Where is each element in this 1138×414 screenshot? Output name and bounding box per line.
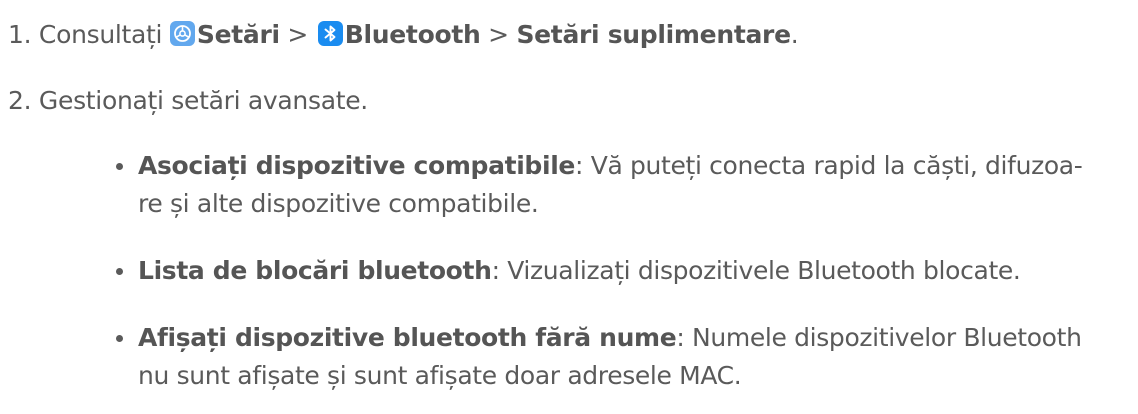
bullet-text: : Numele dispozitivelor Bluetooth — [676, 323, 1082, 352]
step-2: 2. Gestionați setări avansate. — [8, 83, 368, 119]
settings-gear-icon — [169, 21, 195, 46]
bullet-title: Afișați dispozitive bluetooth fără nume — [138, 323, 677, 352]
settings-label: Setări — [196, 20, 280, 49]
bullet-text: : Vă puteți conecta rapid la căști, difu… — [575, 151, 1083, 180]
step-1-end: . — [790, 20, 799, 49]
list-item: Lista de blocări bluetooth: Vizualizați … — [116, 252, 1116, 290]
bluetooth-icon — [317, 21, 343, 46]
step-1-prefix: Consultați — [38, 20, 163, 49]
bullet-text-continued: re și alte dispozitive compatibile. — [138, 189, 539, 218]
step-1-number: 1. — [8, 20, 32, 49]
additional-settings-label: Setări suplimentare — [516, 20, 791, 49]
list-item: Afișați dispozitive bluetooth fără nume:… — [116, 319, 1116, 395]
separator: > — [287, 20, 309, 49]
advanced-settings-list: Asociați dispozitive compatibile: Vă put… — [116, 147, 1116, 414]
bullet-text: : Vizualizați dispozitivele Bluetooth bl… — [491, 256, 1021, 285]
bluetooth-label: Bluetooth — [344, 20, 481, 49]
step-2-number: 2. — [8, 86, 32, 115]
step-1: 1. Consultați Setări > Bluetooth > Setăr… — [8, 17, 799, 53]
bullet-title: Asociați dispozitive compatibile — [138, 151, 576, 180]
step-2-text: Gestionați setări avansate. — [38, 86, 368, 115]
bullet-title: Lista de blocări bluetooth — [138, 256, 492, 285]
list-item: Asociați dispozitive compatibile: Vă put… — [116, 147, 1116, 223]
separator: > — [488, 20, 509, 49]
bullet-text-continued: nu sunt afișate și sunt afișate doar adr… — [138, 361, 742, 390]
